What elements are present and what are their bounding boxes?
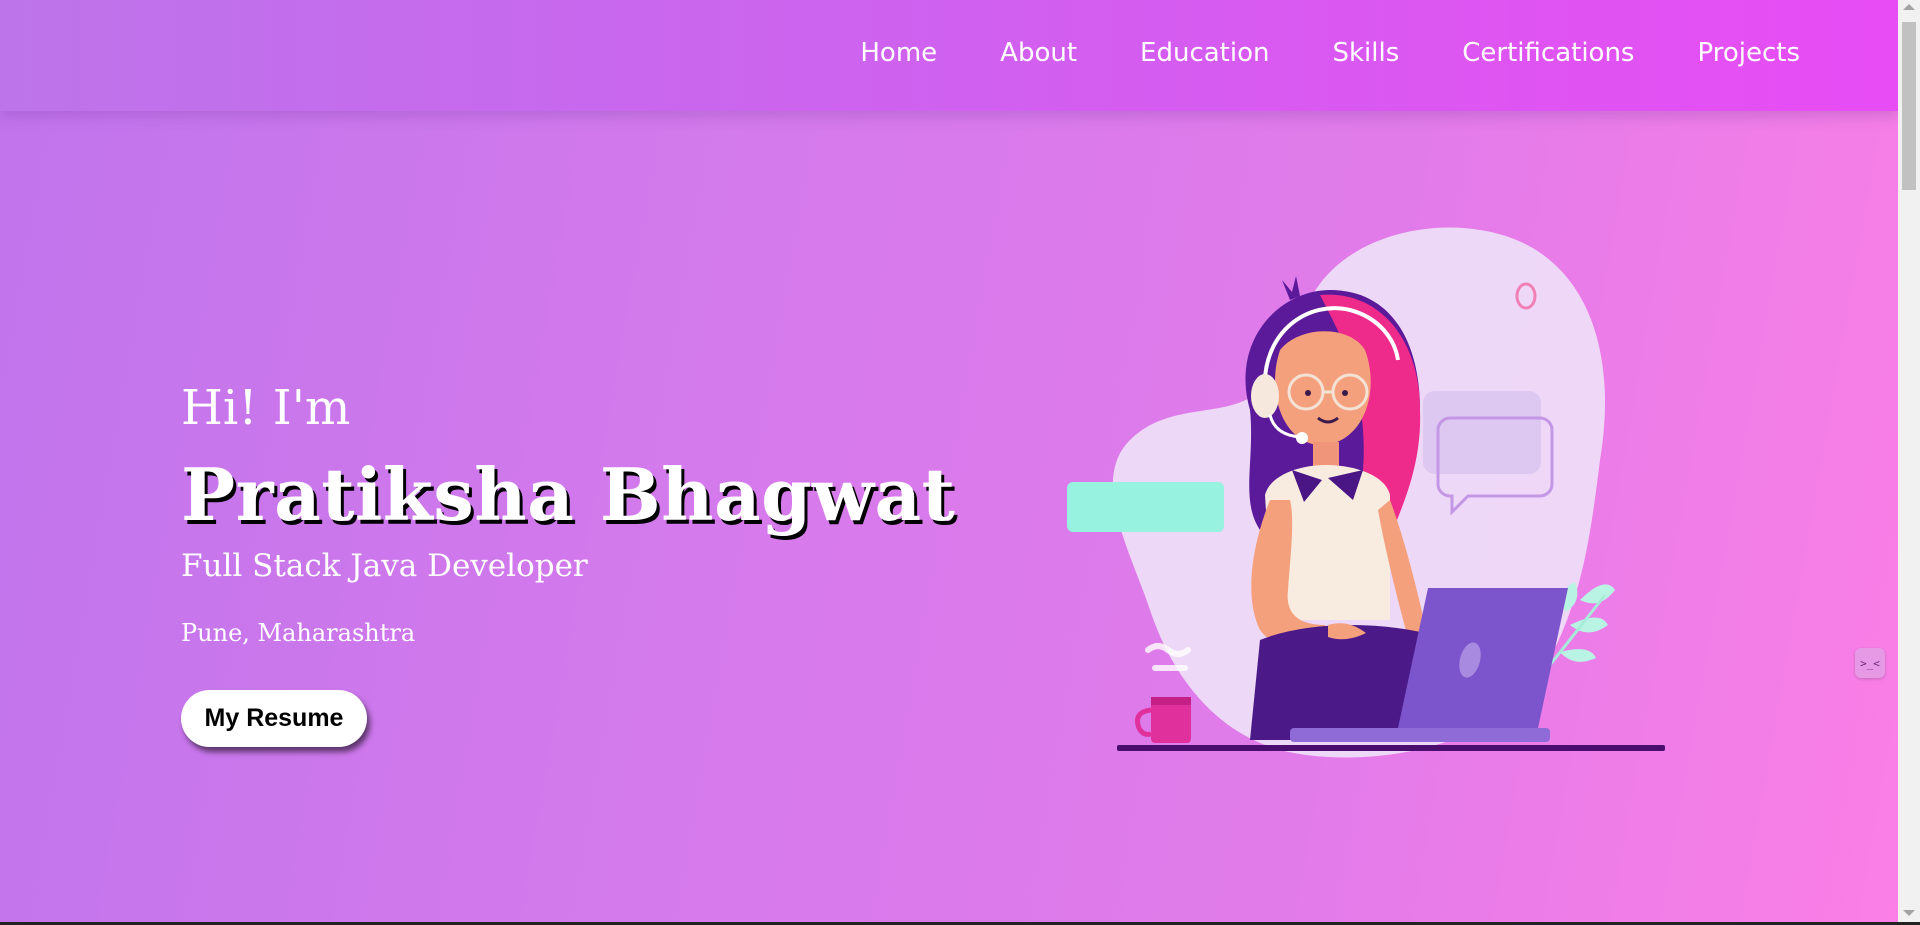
nav-link-skills[interactable]: Skills — [1332, 37, 1399, 69]
nav-link-home[interactable]: Home — [860, 37, 937, 69]
hero-name: Pratiksha Bhagwat — [181, 452, 956, 537]
hero-greeting: Hi! I'm — [181, 380, 351, 436]
navbar: Home About Education Skills Certificatio… — [0, 0, 1898, 111]
nav-links: Home About Education Skills Certificatio… — [860, 37, 1800, 69]
resume-button[interactable]: My Resume — [181, 690, 367, 747]
floating-widget[interactable]: >_< — [1855, 648, 1885, 678]
robot-face-icon: >_< — [1860, 656, 1880, 670]
nav-link-education[interactable]: Education — [1140, 37, 1269, 69]
scrollbar-thumb[interactable] — [1902, 22, 1916, 190]
plant-leaves — [1560, 582, 1615, 662]
scroll-up-icon[interactable] — [1903, 4, 1915, 10]
coffee-mug-icon — [1135, 697, 1191, 743]
hero-role: Full Stack Java Developer — [181, 548, 588, 584]
developer-illustration — [1067, 227, 1665, 758]
nav-link-projects[interactable]: Projects — [1697, 37, 1800, 69]
nav-link-about[interactable]: About — [1000, 37, 1077, 69]
teal-bar-decoration — [1067, 482, 1224, 532]
hero-intro: Hi! I'm Pratiksha Bhagwat Full Stack Jav… — [181, 378, 955, 647]
nav-link-certifications[interactable]: Certifications — [1462, 37, 1634, 69]
scroll-down-icon[interactable] — [1903, 910, 1915, 916]
desk — [1117, 745, 1665, 751]
chat-card-back — [1423, 391, 1541, 474]
hero-location: Pune, Maharashtra — [181, 619, 416, 647]
hero-section: Home About Education Skills Certificatio… — [0, 0, 1898, 922]
